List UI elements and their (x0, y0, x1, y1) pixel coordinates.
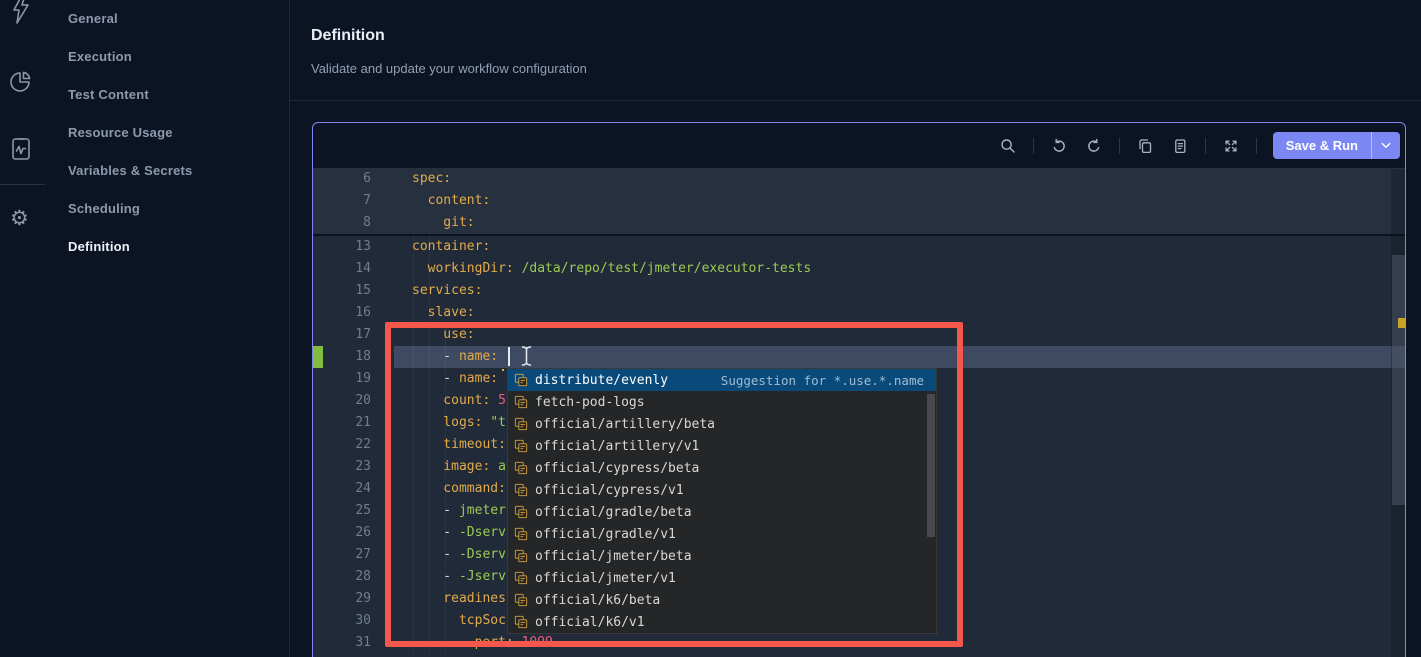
changed-line-marker (313, 346, 323, 368)
line-number: 15 (313, 280, 394, 302)
page-subtitle: Validate and update your workflow config… (311, 61, 587, 76)
toolbar-divider (1205, 138, 1206, 154)
toolbar-divider (1119, 138, 1120, 154)
line-number: 17 (313, 324, 394, 346)
line-number: 14 (313, 258, 394, 280)
pie-chart-icon[interactable] (9, 69, 33, 93)
editor-scrollbar-thumb[interactable] (1392, 255, 1405, 505)
line-number: 6 (313, 168, 394, 190)
icon-rail: ⚙ (0, 0, 45, 657)
line-number: 23 (313, 456, 394, 478)
sticky-lines: 6spec:7 content:8 git: (313, 168, 1405, 236)
report-icon[interactable] (9, 135, 33, 163)
main-header: Definition Validate and update your work… (290, 0, 1421, 101)
line-number: 8 (313, 212, 394, 234)
sidebar-item-general[interactable]: General (45, 0, 289, 38)
annotation-rectangle (385, 322, 963, 647)
line-number: 28 (313, 566, 394, 588)
line-number: 16 (313, 302, 394, 324)
undo-icon[interactable] (1046, 133, 1072, 159)
line-number: 29 (313, 588, 394, 610)
line-number: 27 (313, 544, 394, 566)
code-line-15[interactable]: 15services: (313, 280, 1405, 302)
save-options-chevron[interactable] (1371, 132, 1400, 159)
overview-ruler-marker (1398, 318, 1406, 328)
page-title: Definition (311, 27, 385, 45)
lightning-icon[interactable] (9, 0, 33, 25)
sidebar-item-resource-usage[interactable]: Resource Usage (45, 114, 289, 152)
rail-divider (0, 184, 45, 185)
line-number: 20 (313, 390, 394, 412)
editor-toolbar: Save & Run (313, 123, 1405, 168)
sidebar-nav: GeneralExecutionTest ContentResource Usa… (45, 0, 289, 657)
redo-icon[interactable] (1081, 133, 1107, 159)
line-number: 22 (313, 434, 394, 456)
line-number: 13 (313, 236, 394, 258)
line-number: 18 (313, 346, 394, 368)
save-and-run-button[interactable]: Save & Run (1273, 132, 1371, 159)
code-line-14[interactable]: 14 workingDir: /data/repo/test/jmeter/ex… (313, 258, 1405, 280)
sidebar-item-variables-secrets[interactable]: Variables & Secrets (45, 152, 289, 190)
save-and-run-button-group: Save & Run (1273, 132, 1400, 159)
code-line-13[interactable]: 13container: (313, 236, 1405, 258)
workflow-definition-page: ⚙ GeneralExecutionTest ContentResource U… (0, 0, 1421, 657)
search-icon[interactable] (995, 133, 1021, 159)
code-line-7[interactable]: 7 content: (313, 190, 1405, 212)
line-number: 25 (313, 500, 394, 522)
line-number: 31 (313, 632, 394, 654)
code-line-8[interactable]: 8 git: (313, 212, 1405, 234)
gear-icon[interactable]: ⚙ (10, 208, 29, 229)
sidebar-item-execution[interactable]: Execution (45, 38, 289, 76)
toolbar-divider (1033, 138, 1034, 154)
sidebar-item-definition[interactable]: Definition (45, 228, 289, 266)
line-number: 7 (313, 190, 394, 212)
code-line-6[interactable]: 6spec: (313, 168, 1405, 190)
paste-icon[interactable] (1167, 133, 1193, 159)
toolbar-divider (1256, 138, 1257, 154)
line-number: 26 (313, 522, 394, 544)
sidebar-item-test-content[interactable]: Test Content (45, 76, 289, 114)
line-number: 30 (313, 610, 394, 632)
line-number: 19 (313, 368, 394, 390)
sidebar-item-scheduling[interactable]: Scheduling (45, 190, 289, 228)
code-line-16[interactable]: 16 slave: (313, 302, 1405, 324)
line-number: 24 (313, 478, 394, 500)
copy-icon[interactable] (1132, 133, 1158, 159)
expand-icon[interactable] (1218, 133, 1244, 159)
mouse-cursor-ibeam (520, 345, 533, 367)
line-number: 21 (313, 412, 394, 434)
